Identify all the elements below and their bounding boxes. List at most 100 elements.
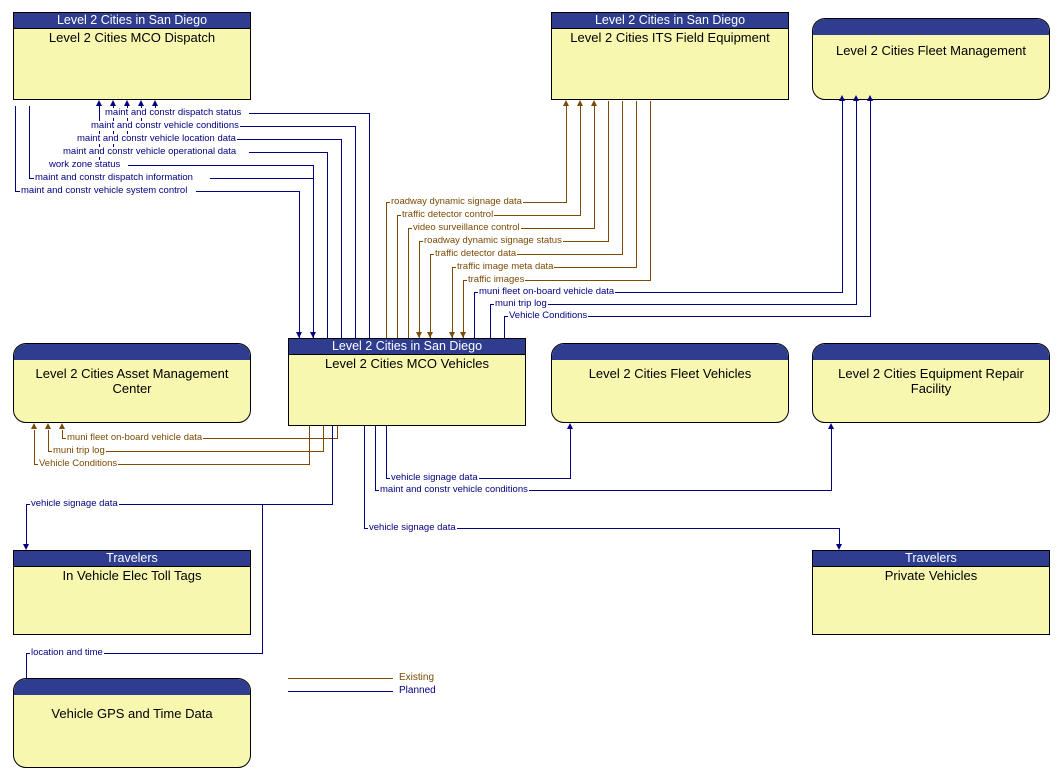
entity-name: Level 2 Cities Equipment Repair Facility <box>838 366 1024 396</box>
flow-line-f12-v1 <box>430 254 431 338</box>
flow-line-f04-h1 <box>249 152 328 153</box>
entity-header <box>14 679 250 695</box>
flow-line-f01-v1 <box>369 113 370 338</box>
entity-name: Level 2 Cities Asset Management Center <box>35 366 229 396</box>
entity-vehicle-gps-and-time-data[interactable]: Vehicle GPS and Time Data <box>13 678 251 768</box>
flow-arrow-f03 <box>124 100 130 106</box>
entity-name: Vehicle GPS and Time Data <box>51 706 213 721</box>
entity-in-vehicle-elec-toll-tags[interactable]: Travelers In Vehicle Elec Toll Tags <box>13 550 251 635</box>
flow-line-f17-v1 <box>504 316 505 338</box>
entity-name: Level 2 Cities Fleet Management <box>835 43 1027 58</box>
flow-label-f04: maint and constr vehicle operational dat… <box>62 146 238 157</box>
flow-line-f20-v2 <box>34 430 35 465</box>
flow-arrow-f09 <box>577 100 583 106</box>
flow-line-f15-v1 <box>474 292 475 338</box>
flow-arrow-f21 <box>567 423 573 429</box>
flow-arrow-f07 <box>310 332 316 338</box>
flow-arrow-f15 <box>839 95 845 101</box>
legend-line-existing <box>288 678 393 679</box>
entity-header: Travelers <box>813 551 1049 567</box>
flow-line-f02-v1 <box>355 126 356 338</box>
flow-arrow-f18 <box>59 423 65 429</box>
flow-line-f22-v1 <box>375 426 376 490</box>
flow-label-f02: maint and constr vehicle conditions <box>90 120 240 131</box>
flow-line-f23-v1 <box>332 426 333 504</box>
flow-line-f07-v2 <box>15 106 16 192</box>
flow-line-f16-v1 <box>490 304 491 338</box>
flow-arrow-f10 <box>591 100 597 106</box>
flow-line-f19-v1 <box>323 426 324 452</box>
flow-line-f13-v2 <box>636 101 637 268</box>
entity-equipment-repair-facility[interactable]: Level 2 Cities Equipment Repair Facility <box>812 343 1050 423</box>
flow-label-f12: traffic detector data <box>434 248 518 259</box>
flow-arrow-f13 <box>449 332 455 338</box>
entity-header <box>813 344 1049 360</box>
flow-line-f14-v1 <box>463 280 464 338</box>
flow-line-f22-v2 <box>831 429 832 491</box>
entity-fleet-management[interactable]: Level 2 Cities Fleet Management <box>812 18 1050 100</box>
flow-line-f06-h1 <box>210 178 314 179</box>
flow-label-f06: maint and constr dispatch information <box>34 172 194 183</box>
flow-arrow-f11 <box>416 332 422 338</box>
entity-name: In Vehicle Elec Toll Tags <box>62 568 202 583</box>
flow-arrow-f08 <box>563 100 569 106</box>
flow-line-f09-v2 <box>580 106 581 216</box>
entity-asset-management-center[interactable]: Level 2 Cities Asset Management Center <box>13 343 251 423</box>
flow-line-f21-v1 <box>386 426 387 478</box>
flow-line-f25-v2 <box>262 504 263 654</box>
flow-label-f16: muni trip log <box>494 298 548 309</box>
flow-line-f21-v2 <box>570 429 571 479</box>
flow-label-f21: vehicle signage data <box>390 472 479 483</box>
flow-label-f15: muni fleet on-board vehicle data <box>478 286 616 297</box>
flow-label-f10: video surveillance control <box>412 222 521 233</box>
entity-header <box>813 19 1049 35</box>
entity-private-vehicles[interactable]: Travelers Private Vehicles <box>812 550 1050 635</box>
entity-mco-vehicles[interactable]: Level 2 Cities in San Diego Level 2 Citi… <box>288 338 526 426</box>
entity-name: Private Vehicles <box>884 568 978 583</box>
flow-line-f03-v1 <box>341 139 342 338</box>
entity-its-field-equipment[interactable]: Level 2 Cities in San Diego Level 2 Citi… <box>551 12 789 100</box>
legend-line-planned <box>288 691 393 692</box>
flow-line-f07-v1 <box>299 191 300 338</box>
entity-fleet-vehicles[interactable]: Level 2 Cities Fleet Vehicles <box>551 343 789 423</box>
flow-line-f20-v1 <box>309 426 310 465</box>
entity-name: Level 2 Cities MCO Dispatch <box>48 30 216 45</box>
flow-label-f19: muni trip log <box>52 445 106 456</box>
flow-label-f18: muni fleet on-board vehicle data <box>66 432 204 443</box>
flow-line-f23-v2 <box>26 504 27 546</box>
flow-arrow-f01 <box>152 100 158 106</box>
flow-line-f06-v2 <box>29 106 30 179</box>
flow-label-f09: traffic detector control <box>401 209 495 220</box>
entity-header: Level 2 Cities in San Diego <box>289 339 525 355</box>
flow-line-f15-v2 <box>842 101 843 293</box>
flow-line-f12-v2 <box>622 101 623 255</box>
entity-mco-dispatch[interactable]: Level 2 Cities in San Diego Level 2 Citi… <box>13 12 251 100</box>
flow-label-f23: vehicle signage data <box>30 498 119 509</box>
flow-line-f25-v1 <box>26 653 27 678</box>
flow-label-f13: traffic image meta data <box>456 261 555 272</box>
flow-arrow-f22 <box>828 423 834 429</box>
flow-line-f16-v2 <box>856 101 857 305</box>
flow-arrow-f24 <box>836 544 842 550</box>
flow-line-f17-v2 <box>870 101 871 317</box>
flow-line-f11-v2 <box>608 101 609 242</box>
flow-arrow-f02 <box>138 100 144 106</box>
entity-name: Level 2 Cities MCO Vehicles <box>324 356 489 371</box>
flow-line-f07-h1 <box>196 191 300 192</box>
flow-arrow-f12 <box>427 332 433 338</box>
entity-header <box>14 344 250 360</box>
legend-label-planned: Planned <box>399 685 436 696</box>
legend-label-existing: Existing <box>399 672 435 683</box>
entity-header: Level 2 Cities in San Diego <box>14 13 250 29</box>
flow-line-f05-h1 <box>128 165 314 166</box>
flow-line-f18-v3 <box>62 430 63 439</box>
flow-arrow-f16 <box>853 95 859 101</box>
flow-line-f19-v2 <box>48 430 49 452</box>
flow-label-f11: roadway dynamic signage status <box>423 235 563 246</box>
flow-line-f03-h1 <box>222 139 342 140</box>
flow-line-f24-v1 <box>364 426 365 528</box>
flow-label-f14: traffic images <box>467 274 526 285</box>
flow-label-f17: Vehicle Conditions <box>508 310 589 321</box>
flow-arrow-f14 <box>460 332 466 338</box>
entity-name: Level 2 Cities ITS Field Equipment <box>570 30 770 45</box>
